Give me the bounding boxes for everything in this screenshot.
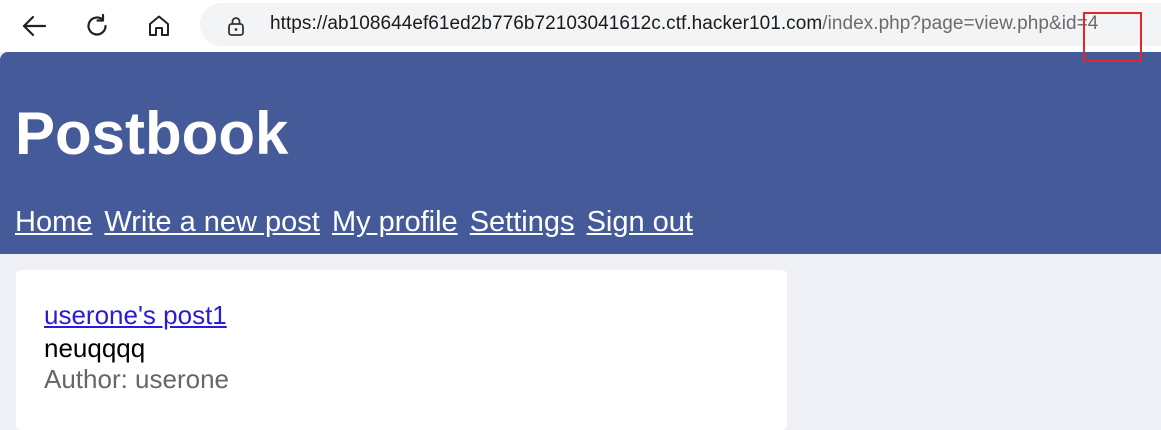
browser-toolbar: https://ab108644ef61ed2b776b72103041612c… xyxy=(0,0,1161,52)
nav-sign-out-link[interactable]: Sign out xyxy=(587,206,693,238)
home-button[interactable] xyxy=(141,8,177,44)
url-host: https://ab108644ef61ed2b776b72103041612c… xyxy=(270,13,823,34)
site-title: Postbook xyxy=(15,100,289,167)
lock-icon xyxy=(228,17,244,36)
nav-my-profile-link[interactable]: My profile xyxy=(332,206,458,238)
address-bar[interactable]: https://ab108644ef61ed2b776b72103041612c… xyxy=(200,3,1161,46)
main-nav: Home Write a new post My profile Setting… xyxy=(15,206,697,239)
nav-settings-link[interactable]: Settings xyxy=(470,206,575,238)
url-text[interactable]: https://ab108644ef61ed2b776b72103041612c… xyxy=(270,13,1098,35)
back-arrow-icon xyxy=(22,15,47,37)
home-icon xyxy=(149,15,169,36)
url-path: /index.php?page=view.php&id=4 xyxy=(822,13,1099,34)
post-card: userone's post1 neuqqqq Author: userone xyxy=(16,270,787,430)
site-header: Postbook Home Write a new post My profil… xyxy=(0,52,1161,254)
nav-home-link[interactable]: Home xyxy=(15,206,92,238)
post-title-link[interactable]: userone's post1 xyxy=(44,300,227,331)
red-highlight-annotation xyxy=(1083,12,1142,62)
post-author: Author: userone xyxy=(44,364,230,394)
reload-button[interactable] xyxy=(79,8,115,44)
nav-write-post-link[interactable]: Write a new post xyxy=(104,206,319,238)
reload-icon xyxy=(87,13,107,36)
post-body: neuqqqq xyxy=(44,333,146,363)
back-button[interactable] xyxy=(16,8,52,44)
